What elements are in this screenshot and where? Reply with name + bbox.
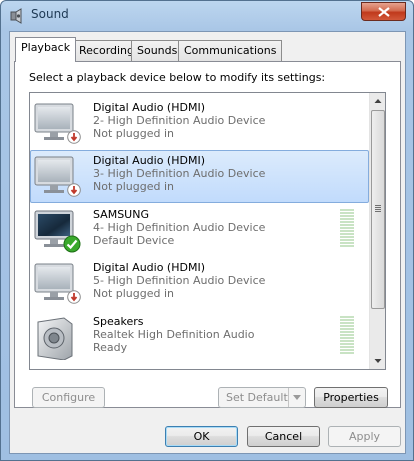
- speaker-icon: [37, 317, 73, 360]
- level-meter: [340, 209, 354, 249]
- title-bar[interactable]: Sound: [1, 1, 413, 31]
- arrow-down-icon: [374, 359, 382, 363]
- device-driver: Realtek High Definition Audio: [93, 328, 255, 341]
- unplugged-badge-icon: [67, 183, 81, 197]
- scroll-down-button[interactable]: [370, 353, 385, 369]
- dialog-client-area: Playback Recording Sounds Communications…: [9, 31, 406, 454]
- unplugged-badge-icon: [67, 130, 81, 144]
- device-status: Ready: [93, 341, 128, 354]
- device-driver: 4- High Definition Audio Device: [93, 221, 266, 234]
- tab-sounds[interactable]: Sounds: [131, 40, 184, 61]
- close-icon: [378, 7, 390, 17]
- device-item-hdmi-2[interactable]: Digital Audio (HDMI) 2- High Definition …: [30, 97, 369, 150]
- device-name: Speakers: [93, 315, 144, 328]
- tab-playback[interactable]: Playback: [15, 37, 77, 62]
- playback-device-list[interactable]: Digital Audio (HDMI) 2- High Definition …: [29, 92, 386, 370]
- properties-button[interactable]: Properties: [314, 387, 388, 408]
- instruction-text: Select a playback device below to modify…: [29, 71, 326, 84]
- tab-label: Recording: [79, 44, 135, 57]
- device-list-scrollbar[interactable]: [369, 93, 385, 369]
- scroll-up-button[interactable]: [370, 93, 385, 109]
- tab-label: Sounds: [137, 44, 178, 57]
- tab-recording[interactable]: Recording: [73, 40, 141, 61]
- unplugged-badge-icon: [67, 290, 81, 304]
- device-name: Digital Audio (HDMI): [93, 261, 205, 274]
- device-status: Not plugged in: [93, 287, 175, 300]
- device-driver: 3- High Definition Audio Device: [93, 167, 266, 180]
- cancel-button[interactable]: Cancel: [247, 426, 320, 447]
- default-check-icon: [63, 235, 81, 253]
- tab-communications[interactable]: Communications: [178, 40, 283, 61]
- device-item-samsung[interactable]: SAMSUNG 4- High Definition Audio Device …: [30, 204, 369, 257]
- button-label: Configure: [41, 391, 96, 404]
- button-label: Cancel: [264, 430, 303, 443]
- device-item-hdmi-5[interactable]: Digital Audio (HDMI) 5- High Definition …: [30, 257, 369, 310]
- device-status: Default Device: [93, 234, 175, 247]
- device-name: Digital Audio (HDMI): [93, 154, 205, 167]
- device-name: Digital Audio (HDMI): [93, 101, 205, 114]
- playback-tab-panel: Select a playback device below to modify…: [14, 61, 401, 408]
- device-driver: 5- High Definition Audio Device: [93, 274, 266, 287]
- device-driver: 2- High Definition Audio Device: [93, 114, 266, 127]
- level-meter: [340, 316, 354, 356]
- configure-button[interactable]: Configure: [32, 387, 105, 408]
- button-label: Properties: [323, 391, 379, 404]
- set-default-dropdown[interactable]: [288, 388, 305, 407]
- device-name: SAMSUNG: [93, 208, 149, 221]
- sound-speaker-icon: [10, 8, 22, 24]
- tab-label: Communications: [184, 44, 277, 57]
- chevron-down-icon: [293, 395, 301, 400]
- button-label: Apply: [348, 430, 381, 443]
- window-title: Sound: [31, 7, 69, 21]
- tab-label: Playback: [21, 41, 71, 54]
- device-item-speakers[interactable]: Speakers Realtek High Definition Audio R…: [30, 311, 369, 364]
- button-label: Set Default: [226, 391, 288, 404]
- device-item-hdmi-3[interactable]: Digital Audio (HDMI) 3- High Definition …: [30, 150, 369, 203]
- grip-icon: [375, 205, 381, 213]
- scroll-thumb[interactable]: [371, 110, 385, 309]
- ok-button[interactable]: OK: [165, 426, 238, 447]
- button-label: OK: [193, 430, 210, 443]
- set-default-button[interactable]: Set Default: [218, 387, 306, 408]
- sound-dialog: Sound Playback Recording Sounds Communic…: [0, 0, 414, 461]
- device-status: Not plugged in: [93, 180, 175, 193]
- apply-button[interactable]: Apply: [328, 426, 401, 447]
- close-button[interactable]: [361, 2, 406, 21]
- arrow-up-icon: [374, 99, 382, 103]
- device-status: Not plugged in: [93, 127, 175, 140]
